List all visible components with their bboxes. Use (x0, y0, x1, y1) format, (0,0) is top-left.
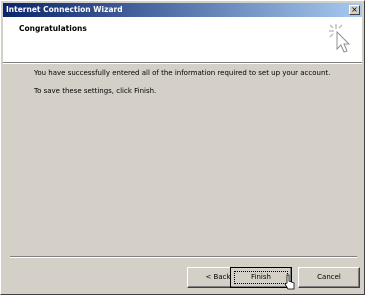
wizard-header: Congratulations (3, 17, 362, 62)
finish-button[interactable]: Finish (230, 267, 292, 288)
success-message: You have successfully entered all of the… (34, 69, 331, 77)
title-bar[interactable]: Internet Connection Wizard × (3, 3, 362, 17)
wizard-sparkle-cursor-icon (329, 24, 351, 53)
cancel-button[interactable]: Cancel (298, 267, 360, 288)
header-divider (3, 62, 362, 64)
footer-divider (10, 256, 357, 258)
close-button[interactable]: × (349, 5, 360, 15)
page-title: Congratulations (19, 24, 87, 33)
wizard-window: Internet Connection Wizard × Congratulat… (0, 0, 365, 295)
instruction-message: To save these settings, click Finish. (34, 87, 157, 95)
mouse-pointer-icon (284, 274, 295, 290)
focus-rect (234, 271, 288, 284)
window-title: Internet Connection Wizard (6, 5, 123, 14)
